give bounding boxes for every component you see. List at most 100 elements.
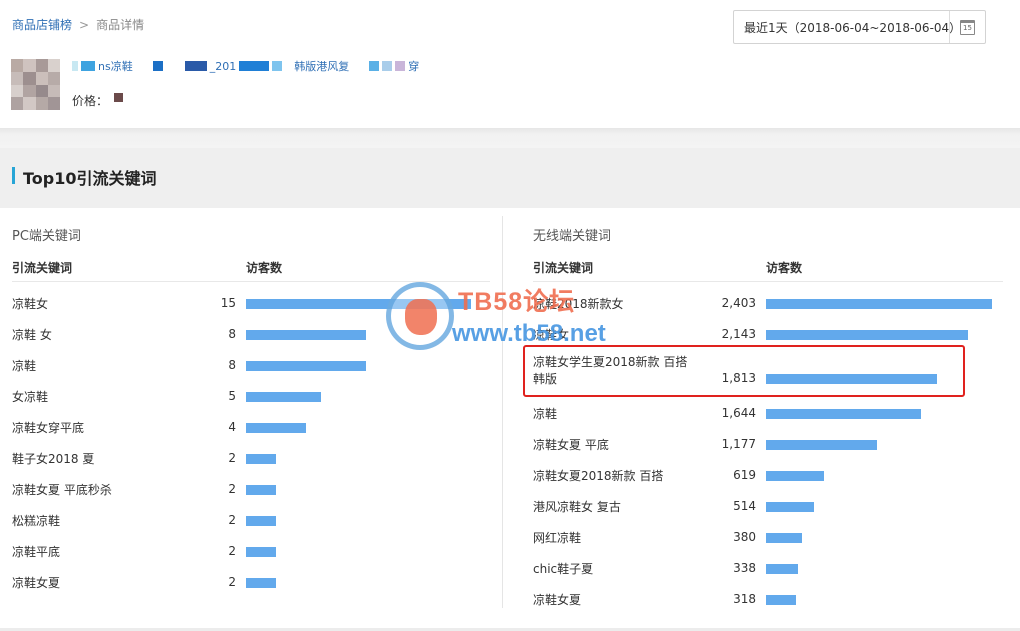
pc-visitor-bar [246, 330, 366, 340]
mobile-visitor-bar [766, 330, 968, 340]
price-label: 价格： [72, 94, 109, 108]
price-value-redacted [114, 93, 124, 102]
pc-panel-title: PC端关键词 [12, 229, 81, 244]
pc-keyword-text: 凉鞋女 [12, 297, 49, 311]
mobile-keyword-row: 凉鞋女夏 318 [533, 585, 1003, 615]
pc-visitor-bar [246, 454, 276, 464]
mobile-keyword-text: 凉鞋女夏2018新款 百搭 [533, 469, 664, 483]
pc-keyword-row: 凉鞋女 15 [12, 289, 490, 319]
pc-visitor-count: 8 [228, 358, 236, 372]
pc-keyword-text: 鞋子女2018 夏 [12, 452, 95, 466]
pc-visitor-bar [246, 547, 276, 557]
mobile-keywords-panel: 无线端关键词 引流关键词 访客数 凉鞋2018新款女 2,403 凉鞋女 2,143 凉… [533, 208, 1003, 608]
section-title: Top10引流关键词 [23, 169, 157, 188]
pc-keyword-text: 松糕凉鞋 [12, 514, 61, 528]
section-header: Top10引流关键词 [0, 148, 1020, 208]
mobile-visitor-bar [766, 440, 877, 450]
mobile-visitor-count: 2,143 [721, 327, 756, 341]
mobile-keyword-text: 凉鞋2018新款女 [533, 297, 624, 311]
pc-keyword-text: 凉鞋平底 [12, 545, 61, 559]
mobile-keyword-text: 凉鞋女 [533, 328, 570, 342]
breadcrumb-current: 商品详情 [96, 18, 145, 32]
mobile-visitor-bar [766, 471, 824, 481]
mobile-visitor-bar [766, 409, 921, 419]
calendar-icon: 15 [960, 19, 975, 35]
mobile-visitor-count: 514 [733, 499, 756, 513]
breadcrumb: 商品店铺榜 > 商品详情 [12, 16, 144, 33]
mobile-header-divider [533, 281, 1003, 282]
pc-keyword-row: 凉鞋女夏 2 [12, 568, 490, 598]
pc-visitor-count: 8 [228, 327, 236, 341]
mobile-visitor-bar [766, 533, 802, 543]
mobile-keyword-row: 凉鞋女夏 平底 1,177 [533, 430, 1003, 460]
mobile-keyword-row: 网红凉鞋 380 [533, 523, 1003, 553]
mobile-keyword-text: 港风凉鞋女 复古 [533, 500, 621, 514]
mobile-visitor-bar [766, 299, 992, 309]
mobile-keyword-row: 港风凉鞋女 复古 514 [533, 492, 1003, 522]
pc-keyword-row: 鞋子女2018 夏 2 [12, 444, 490, 474]
section-gap [0, 128, 1020, 148]
panel-divider [502, 216, 503, 608]
pc-keyword-row: 凉鞋女夏 平底秒杀 2 [12, 475, 490, 505]
mobile-col-visitors: 访客数 [766, 261, 803, 275]
pc-visitor-count: 2 [228, 482, 236, 496]
pc-visitor-count: 15 [220, 296, 236, 310]
title-fragment: ns凉鞋 [98, 60, 133, 73]
pc-keyword-text: 凉鞋女穿平底 [12, 421, 85, 435]
highlight-box [523, 345, 965, 397]
pc-visitor-bar [246, 578, 276, 588]
mobile-visitor-count: 2,403 [721, 296, 756, 310]
title-fragment: _201 [209, 59, 237, 73]
pc-visitor-count: 2 [228, 513, 236, 527]
section-accent-bar [12, 167, 15, 184]
mobile-visitor-count: 1,644 [721, 406, 756, 420]
date-range-picker[interactable]: 最近1天（2018-06-04~2018-06-04） 15 [733, 10, 986, 44]
breadcrumb-parent-link[interactable]: 商品店铺榜 [12, 18, 72, 32]
mobile-keyword-row: 凉鞋2018新款女 2,403 [533, 289, 1003, 319]
pc-keyword-text: 凉鞋 [12, 359, 37, 373]
mobile-visitor-count: 338 [733, 561, 756, 575]
mobile-visitor-count: 1,177 [721, 437, 756, 451]
mobile-visitor-count: 619 [733, 468, 756, 482]
mobile-visitor-count: 380 [733, 530, 756, 544]
pc-keyword-row: 松糕凉鞋 2 [12, 506, 490, 536]
product-thumbnail[interactable] [11, 59, 60, 110]
pc-keyword-row: 凉鞋 女 8 [12, 320, 490, 350]
mobile-keyword-row: 凉鞋 1,644 [533, 399, 1003, 429]
mobile-keyword-text: 凉鞋女夏 [533, 593, 582, 607]
pc-keyword-row: 凉鞋 8 [12, 351, 490, 381]
mobile-keyword-text: 凉鞋女夏 平底 [533, 438, 609, 452]
pc-visitor-bar [246, 392, 321, 402]
mobile-keyword-row: chic鞋子夏 338 [533, 554, 1003, 584]
pc-col-keyword: 引流关键词 [12, 261, 73, 275]
mobile-visitor-bar [766, 595, 796, 605]
pc-visitor-count: 5 [228, 389, 236, 403]
mobile-visitor-bar [766, 502, 814, 512]
mobile-keyword-text: 凉鞋 [533, 407, 558, 421]
mobile-keyword-text: 网红凉鞋 [533, 531, 582, 545]
mobile-col-keyword: 引流关键词 [533, 261, 594, 275]
pc-keyword-row: 凉鞋平底 2 [12, 537, 490, 567]
breadcrumb-separator: > [79, 18, 90, 32]
pc-visitor-count: 2 [228, 575, 236, 589]
pc-keyword-text: 凉鞋女夏 [12, 576, 61, 590]
pc-visitor-bar [246, 299, 471, 309]
mobile-keyword-row: 凉鞋女夏2018新款 百搭 619 [533, 461, 1003, 491]
mobile-visitor-count: 318 [733, 592, 756, 606]
mobile-visitor-bar [766, 564, 798, 574]
calendar-button[interactable]: 15 [949, 11, 985, 43]
pc-visitor-count: 4 [228, 420, 236, 434]
product-price: 价格： [72, 92, 124, 109]
pc-col-visitors: 访客数 [246, 261, 283, 275]
pc-keyword-row: 女凉鞋 5 [12, 382, 490, 412]
product-title-link[interactable]: ns凉鞋 _201 韩版港风复 穿 [72, 59, 419, 73]
product-header: 商品店铺榜 > 商品详情 最近1天（2018-06-04~2018-06-04） 1… [0, 0, 1020, 130]
date-range-label: 最近1天（2018-06-04~2018-06-04） [744, 20, 962, 35]
pc-keyword-row: 凉鞋女穿平底 4 [12, 413, 490, 443]
pc-visitor-count: 2 [228, 544, 236, 558]
title-fragment: 穿 [408, 60, 420, 73]
pc-keyword-text: 凉鞋女夏 平底秒杀 [12, 483, 112, 497]
pc-header-divider [12, 281, 490, 282]
title-fragment: 韩版港风复 [294, 60, 350, 73]
mobile-panel-title: 无线端关键词 [533, 229, 612, 244]
